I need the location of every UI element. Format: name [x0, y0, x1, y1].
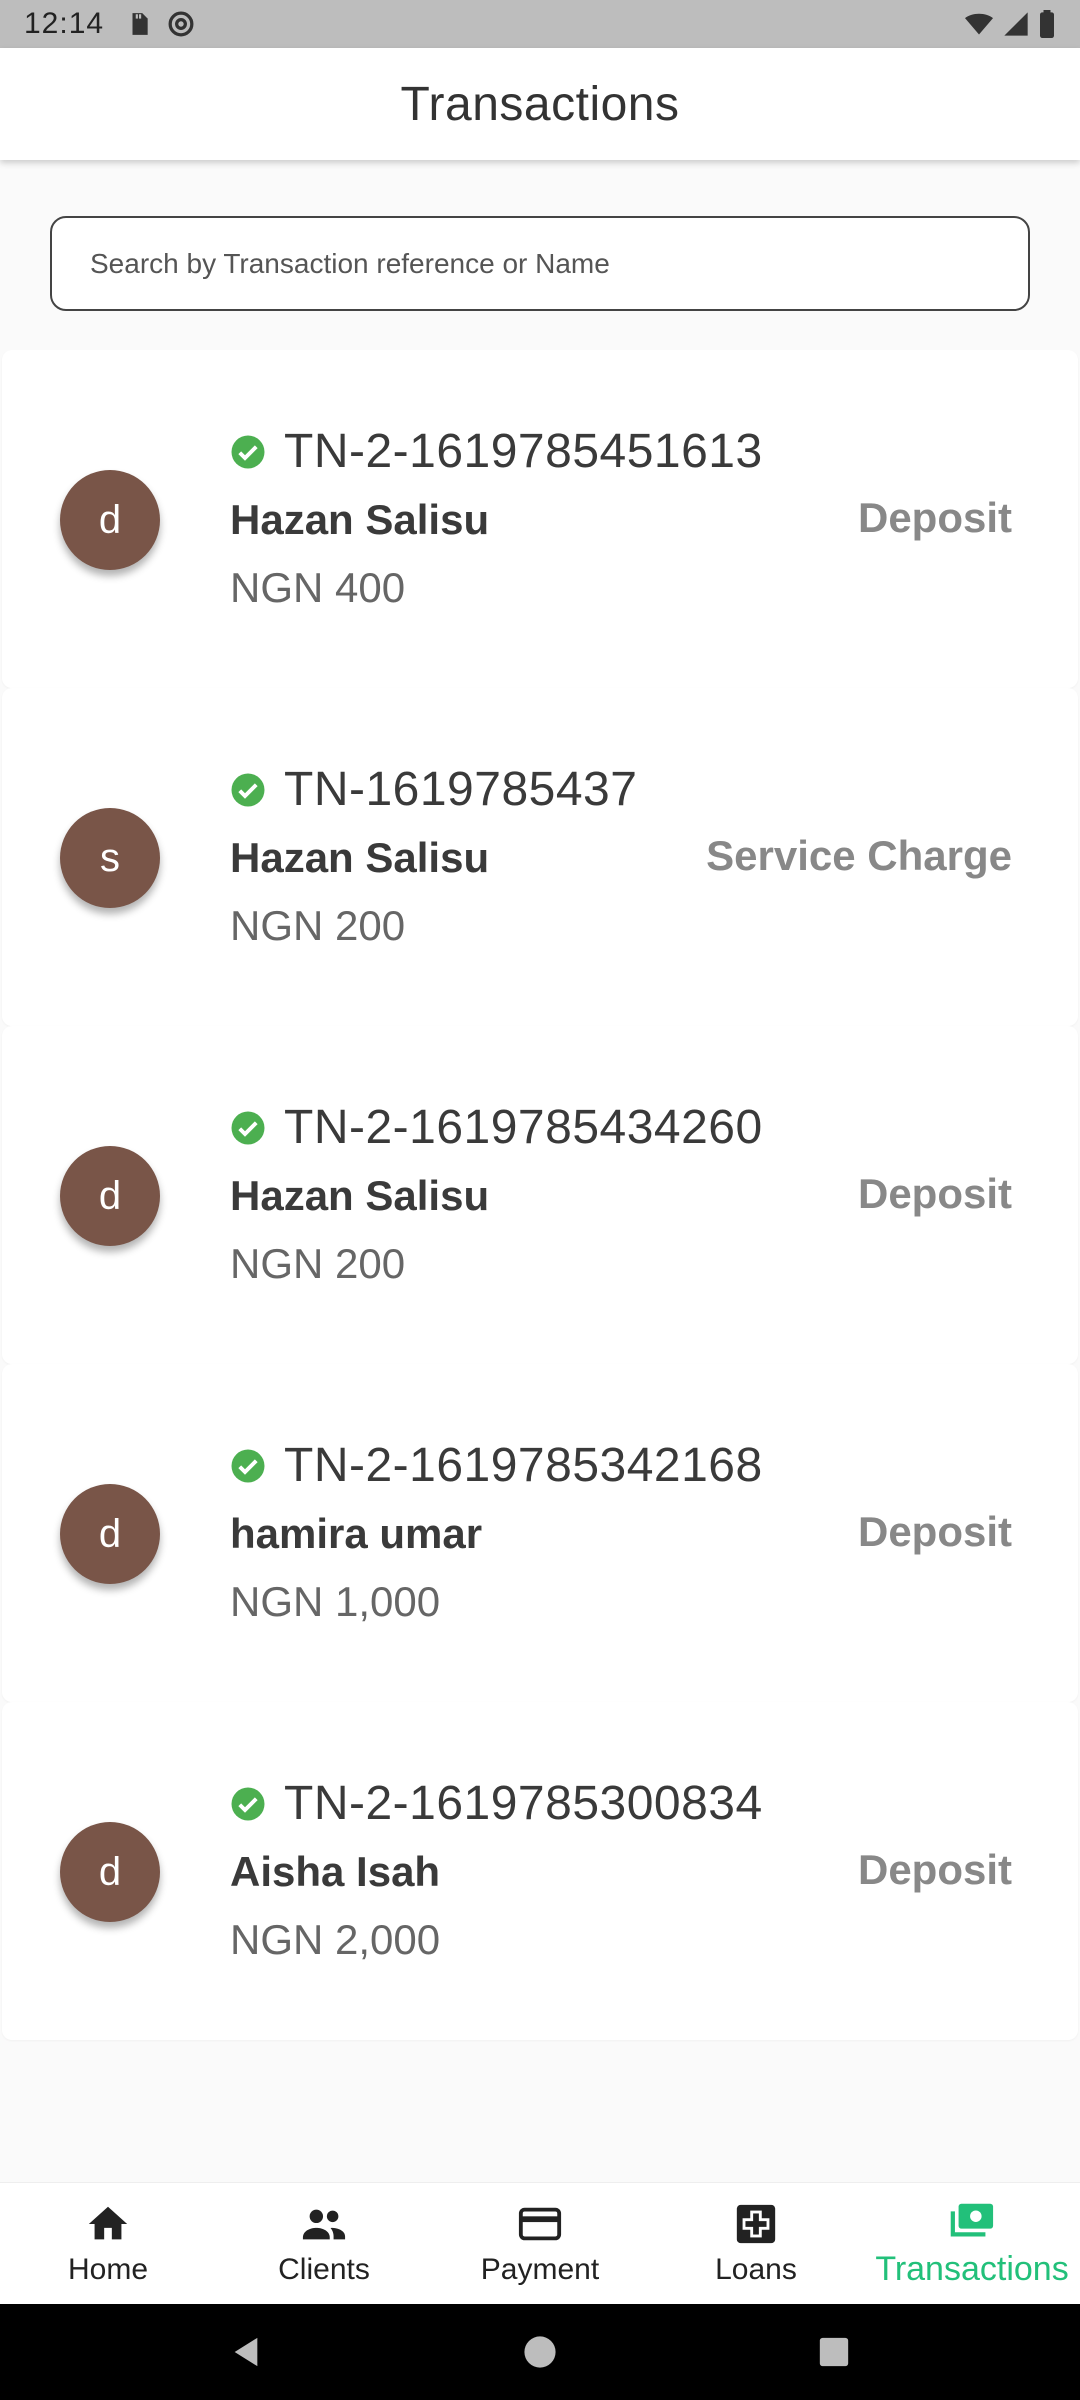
client-name: Hazan Salisu — [230, 496, 490, 543]
transaction-type: Deposit — [857, 1170, 1012, 1217]
transaction-type: Deposit — [857, 494, 1012, 541]
transaction-amount: NGN 200 — [230, 902, 406, 949]
transaction-ref-row: TN-2-1619785434260 — [230, 1100, 763, 1155]
transaction-amount: NGN 200 — [230, 1240, 406, 1287]
client-name: hamira umar — [230, 1510, 483, 1557]
avatar: d — [60, 1146, 160, 1246]
status-bar: 12:14 — [0, 0, 1080, 48]
home-icon — [88, 2206, 128, 2239]
transaction-card[interactable]: s TN-1619785437 Hazan Salisu NGN 200 Ser… — [2, 688, 1078, 1026]
check-circle-icon — [231, 1449, 265, 1482]
avatar-initial: d — [98, 1173, 122, 1218]
transaction-amount: NGN 400 — [230, 564, 406, 611]
status-time: 12:14 — [24, 7, 105, 40]
nav-label: Clients — [278, 2252, 370, 2286]
transaction-type: Service Charge — [706, 832, 1012, 879]
transaction-card[interactable]: d TN-2-1619785300834 Aisha Isah NGN 2,00… — [2, 1702, 1078, 2040]
back-icon[interactable] — [229, 2335, 263, 2369]
transaction-reference: TN-2-1619785451613 — [284, 425, 763, 478]
transaction-card[interactable]: d TN-2-1619785342168 hamira umar NGN 1,0… — [2, 1364, 1078, 1702]
transaction-reference: TN-1619785437 — [284, 763, 638, 816]
transaction-card[interactable]: d TN-2-1619785451613 Hazan Salisu NGN 40… — [2, 350, 1078, 688]
nav-item-payment[interactable]: Payment — [432, 2183, 648, 2304]
avatar: d — [60, 470, 160, 570]
search-input[interactable] — [90, 247, 1028, 280]
search-field[interactable] — [50, 216, 1030, 311]
people-icon — [302, 2209, 346, 2239]
transaction-reference: TN-2-1619785434260 — [284, 1101, 763, 1154]
status-icons — [964, 10, 1056, 38]
transaction-list: d TN-2-1619785451613 Hazan Salisu NGN 40… — [0, 350, 1080, 2040]
avatar-initial: d — [98, 1849, 122, 1894]
transaction-reference: TN-2-1619785342168 — [284, 1439, 763, 1492]
transaction-ref-row: TN-2-1619785300834 — [230, 1776, 763, 1831]
avatar: d — [60, 1822, 160, 1922]
nav-label: Payment — [480, 2252, 600, 2286]
transaction-reference: TN-2-1619785300834 — [284, 1777, 763, 1830]
avatar-initial: s — [100, 835, 120, 880]
transaction-card[interactable]: d TN-2-1619785434260 Hazan Salisu NGN 20… — [2, 1026, 1078, 1364]
loan-icon — [736, 2204, 776, 2243]
transaction-ref-row: TN-2-1619785342168 — [230, 1438, 763, 1493]
nav-item-home[interactable]: Home — [0, 2183, 216, 2304]
check-circle-icon — [231, 435, 265, 468]
avatar: d — [60, 1484, 160, 1584]
bottom-navigation: Home Clients Payment Loans Transactions — [0, 2182, 1080, 2304]
nav-item-loans[interactable]: Loans — [648, 2183, 864, 2304]
battery-icon — [1040, 10, 1054, 38]
system-navigation-bar — [0, 2304, 1080, 2400]
money-icon — [950, 2203, 994, 2237]
check-circle-icon — [231, 1787, 265, 1820]
do-not-disturb-icon — [168, 11, 194, 37]
signal-icon — [1004, 12, 1028, 36]
transaction-amount: NGN 1,000 — [230, 1578, 441, 1625]
check-circle-icon — [231, 1111, 265, 1144]
transaction-type: Deposit — [857, 1508, 1012, 1555]
avatar-initial: d — [98, 1511, 122, 1556]
transaction-type: Deposit — [857, 1846, 1012, 1893]
client-name: Aisha Isah — [230, 1848, 441, 1895]
client-name: Hazan Salisu — [230, 1172, 490, 1219]
transaction-amount: NGN 2,000 — [230, 1916, 441, 1963]
sd-card-icon — [132, 13, 148, 35]
home-button-icon[interactable] — [523, 2335, 557, 2369]
nav-label: Loans — [715, 2252, 797, 2286]
transaction-ref-row: TN-2-1619785451613 — [230, 424, 763, 479]
nav-label: Transactions — [875, 2250, 1069, 2288]
recents-icon[interactable] — [817, 2335, 851, 2369]
avatar-initial: d — [98, 497, 122, 542]
wifi-icon — [965, 13, 993, 35]
nav-item-clients[interactable]: Clients — [216, 2183, 432, 2304]
avatar: s — [60, 808, 160, 908]
credit-card-icon — [518, 2207, 562, 2240]
transaction-ref-row: TN-1619785437 — [230, 762, 637, 817]
page-title: Transactions — [400, 77, 680, 131]
nav-label: Home — [67, 2252, 149, 2286]
app-bar: Transactions — [0, 48, 1080, 160]
check-circle-icon — [231, 773, 265, 806]
client-name: Hazan Salisu — [230, 834, 490, 881]
nav-item-transactions[interactable]: Transactions — [864, 2183, 1080, 2304]
